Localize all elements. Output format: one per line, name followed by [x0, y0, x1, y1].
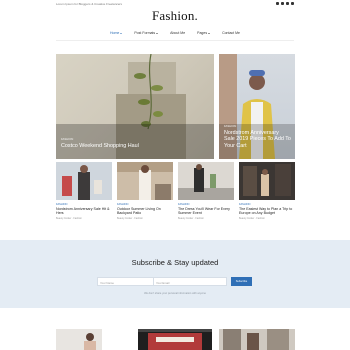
- top-bar: Lorem Ipsum for Bloggers & Creative Free…: [0, 0, 350, 8]
- nav-item-home[interactable]: Home: [110, 31, 123, 35]
- subscribe-note: We don't share your personal information…: [144, 292, 206, 295]
- post-category[interactable]: Fashion: [56, 203, 112, 206]
- post-image-europe: [239, 162, 295, 200]
- nav-item-pages[interactable]: Pages: [197, 31, 211, 35]
- nav-item-contact-me[interactable]: Contact Me: [222, 31, 240, 35]
- post-thumbnail[interactable]: [117, 162, 173, 200]
- post-image-bottom-3: [223, 329, 289, 350]
- featured-post-main[interactable]: Fashion Costco Weekend Shopping Haul: [56, 54, 214, 159]
- post-card[interactable]: Fashion Outdoor Summer Living On Backyar…: [117, 162, 173, 220]
- post-card[interactable]: Fashion Nordstrom Anniversary Sale Hit &…: [56, 162, 112, 220]
- post-image-patio: [117, 162, 173, 200]
- post-card[interactable]: Fashion The Dress You'll Wear For Every …: [178, 162, 234, 220]
- post-thumbnail[interactable]: [56, 329, 102, 350]
- social-links: [276, 2, 294, 5]
- post-image-dress: [178, 162, 234, 200]
- site-logo[interactable]: Fashion.: [0, 8, 350, 24]
- post-meta: Beauty Insider · Fashion: [178, 216, 204, 220]
- post-category[interactable]: Fashion: [239, 203, 295, 206]
- nav-divider: [56, 40, 294, 41]
- facebook-icon[interactable]: [276, 2, 279, 5]
- featured-category[interactable]: Fashion: [224, 124, 291, 128]
- post-category[interactable]: Fashion: [117, 203, 173, 206]
- post-title[interactable]: The Easiest Way to Plan a Trip to Europe…: [239, 207, 295, 216]
- chevron-down-icon: [208, 32, 211, 34]
- instagram-icon[interactable]: [286, 2, 289, 5]
- post-thumbnail[interactable]: [239, 162, 295, 200]
- post-thumbnail[interactable]: [138, 329, 212, 350]
- chevron-down-icon: [120, 32, 123, 34]
- post-title[interactable]: The Dress You'll Wear For Every Summer E…: [178, 207, 234, 216]
- subscribe-button[interactable]: Subscribe: [231, 277, 252, 286]
- post-image-bottom-2: [138, 329, 212, 350]
- post-thumbnail[interactable]: [56, 162, 112, 200]
- post-meta: Beauty Insider · Fashion: [117, 216, 143, 220]
- post-image-bottom-1: [84, 333, 96, 350]
- email-field[interactable]: Your Email: [153, 277, 227, 286]
- post-thumbnail[interactable]: [219, 329, 295, 350]
- pinterest-icon[interactable]: [291, 2, 294, 5]
- nav-item-about-me[interactable]: About Me: [170, 31, 185, 35]
- subscribe-heading: Subscribe & Stay updated: [131, 258, 219, 267]
- post-title[interactable]: Outdoor Summer Living On Backyard Patio: [117, 207, 173, 216]
- site-tagline: Lorem Ipsum for Bloggers & Creative Free…: [56, 2, 123, 6]
- post-image-shopping: [56, 162, 112, 200]
- subscribe-section: Subscribe & Stay updated Your Name Your …: [0, 240, 350, 308]
- featured-post-side[interactable]: Fashion Nordstrom Anniversary Sale 2019 …: [219, 54, 295, 159]
- chevron-down-icon: [156, 32, 159, 34]
- main-nav: Home Post Formats About Me Pages Contact…: [0, 31, 350, 35]
- nav-item-post-formats[interactable]: Post Formats: [134, 31, 159, 35]
- featured-title[interactable]: Costco Weekend Shopping Haul: [61, 143, 139, 149]
- featured-title[interactable]: Nordstrom Anniversary Sale 2019 Pieces T…: [224, 130, 291, 149]
- post-category[interactable]: Fashion: [178, 203, 234, 206]
- post-title[interactable]: Nordstrom Anniversary Sale Hit & Hers: [56, 207, 112, 216]
- post-thumbnail[interactable]: [178, 162, 234, 200]
- post-meta: Beauty Insider · Fashion: [239, 216, 265, 220]
- twitter-icon[interactable]: [281, 2, 284, 5]
- post-card[interactable]: Fashion The Easiest Way to Plan a Trip t…: [239, 162, 295, 220]
- featured-category[interactable]: Fashion: [61, 137, 139, 141]
- post-meta: Beauty Insider · Fashion: [56, 216, 82, 220]
